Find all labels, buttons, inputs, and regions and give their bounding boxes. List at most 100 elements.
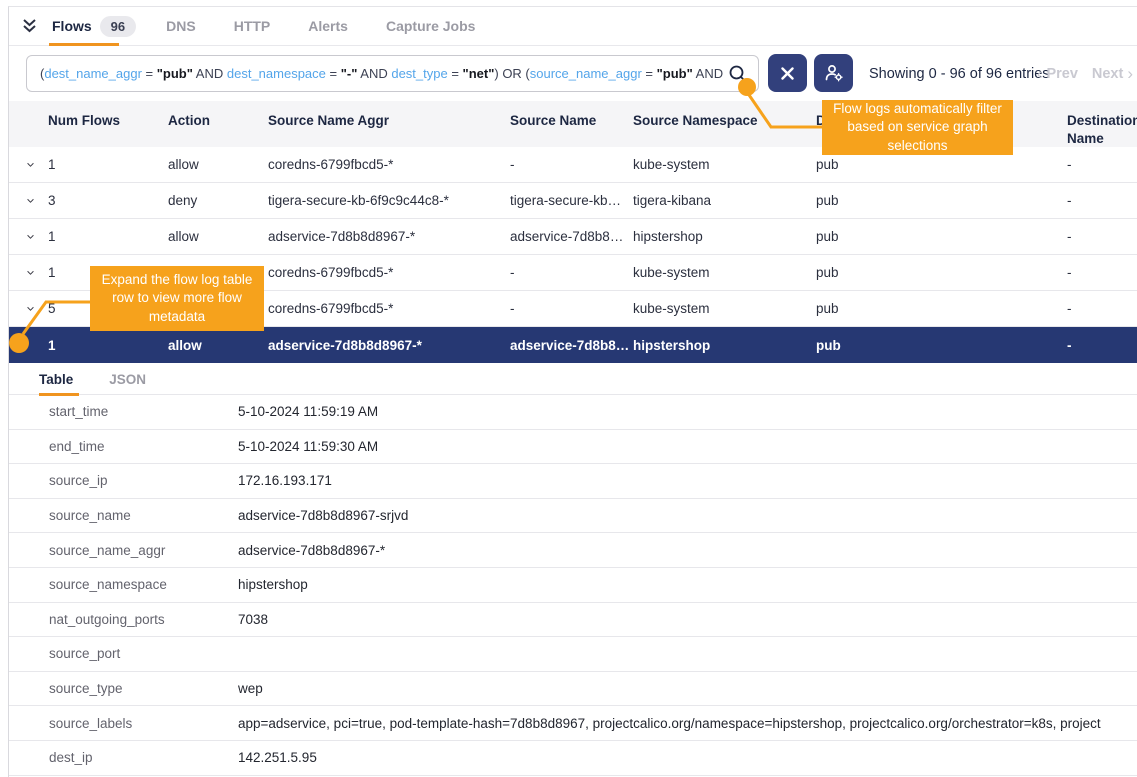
close-icon: [781, 67, 794, 80]
detail-value: adservice-7d8b8d8967-srjvd: [238, 508, 1137, 523]
tooltip-expand-info: Expand the flow log table row to view mo…: [90, 266, 264, 331]
detail-tab-json[interactable]: JSON: [109, 372, 146, 387]
detail-value: 172.16.193.171: [238, 473, 1137, 488]
flows-count-badge[interactable]: 96: [100, 16, 136, 37]
filter-query-input[interactable]: (dest_name_aggr = "pub" AND dest_namespa…: [26, 55, 759, 92]
cell-source-namespace: tigera-kibana: [633, 193, 816, 208]
expand-row-icon[interactable]: [27, 161, 34, 169]
detail-key: source_name: [49, 508, 238, 523]
column-settings-button[interactable]: [814, 54, 853, 92]
cell-source-namespace: kube-system: [633, 157, 816, 172]
detail-row: source_labelsapp=adservice, pci=true, po…: [9, 706, 1137, 741]
detail-row: dest_ip142.251.5.95: [9, 741, 1137, 776]
cell-source-name-aggr: adservice-7d8b8d8967-*: [268, 338, 510, 353]
cell-source-name: -: [510, 265, 633, 280]
cell-source-name: tigera-secure-kb…: [510, 193, 633, 208]
cell-dest-name-aggr: pub: [816, 338, 1067, 353]
tab-dns[interactable]: DNS: [166, 18, 196, 34]
detail-key: end_time: [49, 439, 238, 454]
expand-row-icon[interactable]: [27, 269, 34, 277]
tab-capture-jobs[interactable]: Capture Jobs: [386, 18, 475, 34]
cell-source-name-aggr: adservice-7d8b8d8967-*: [268, 229, 510, 244]
detail-row: source_namespacehipstershop: [9, 568, 1137, 603]
detail-key: source_port: [49, 646, 238, 661]
detail-row: nat_outgoing_ports7038: [9, 603, 1137, 638]
detail-row: source_nameadservice-7d8b8d8967-srjvd: [9, 499, 1137, 534]
log-type-tabbar: Flows 96 DNS HTTP Alerts Capture Jobs: [9, 7, 1137, 46]
tooltip-filter-info: Flow logs automatically filter based on …: [822, 100, 1013, 155]
collapse-panel-icon[interactable]: [21, 18, 38, 34]
table-row[interactable]: 3 deny tigera-secure-kb-6f9c9c44c8-* tig…: [9, 183, 1137, 219]
cell-num-flows: 1: [48, 229, 168, 244]
cell-source-name-aggr: coredns-6799fbcd5-*: [268, 301, 510, 316]
cell-source-name: -: [510, 157, 633, 172]
tab-alerts[interactable]: Alerts: [308, 18, 348, 34]
detail-value: 7038: [238, 612, 1137, 627]
detail-key: start_time: [49, 404, 238, 419]
filter-toolbar: (dest_name_aggr = "pub" AND dest_namespa…: [9, 46, 1137, 101]
cell-destination-name: -: [1067, 229, 1137, 244]
search-icon[interactable]: [728, 64, 748, 84]
cell-destination-name: -: [1067, 193, 1137, 208]
cell-source-namespace: hipstershop: [633, 229, 816, 244]
detail-key: source_type: [49, 681, 238, 696]
expand-row-icon[interactable]: [27, 233, 34, 241]
cell-source-namespace: hipstershop: [633, 338, 816, 353]
cell-action: deny: [168, 193, 268, 208]
detail-key: source_labels: [49, 716, 238, 731]
expand-row-icon[interactable]: [27, 305, 34, 313]
col-header-destination-name[interactable]: Destination Name: [1067, 107, 1137, 148]
col-header-num-flows[interactable]: Num Flows: [48, 107, 168, 130]
flow-logs-panel: Flows 96 DNS HTTP Alerts Capture Jobs (d…: [0, 0, 1137, 777]
chevron-left-icon: ‹: [1037, 64, 1043, 84]
detail-value: app=adservice, pci=true, pod-template-ha…: [238, 716, 1137, 731]
cell-source-namespace: kube-system: [633, 301, 816, 316]
next-page-button[interactable]: Next›: [1092, 64, 1133, 84]
detail-value: hipstershop: [238, 577, 1137, 592]
cell-dest-name-aggr: pub: [816, 301, 1067, 316]
prev-page-button[interactable]: ‹Prev: [1037, 64, 1078, 84]
cell-num-flows: 1: [48, 338, 168, 353]
cell-action: allow: [168, 229, 268, 244]
cell-destination-name: -: [1067, 301, 1137, 316]
col-header-action[interactable]: Action: [168, 107, 268, 130]
detail-row: source_typewep: [9, 672, 1137, 707]
detail-key: source_name_aggr: [49, 543, 238, 558]
col-header-source-name[interactable]: Source Name: [510, 107, 633, 130]
tab-flows[interactable]: Flows: [52, 18, 92, 34]
detail-key: source_namespace: [49, 577, 238, 592]
user-gear-icon: [824, 64, 844, 82]
cell-action: allow: [168, 157, 268, 172]
detail-value: 5-10-2024 11:59:30 AM: [238, 439, 1137, 454]
detail-row: start_time5-10-2024 11:59:19 AM: [9, 395, 1137, 430]
table-row[interactable]: 1 allow adservice-7d8b8d8967-* adservice…: [9, 219, 1137, 255]
detail-row: source_port: [9, 637, 1137, 672]
detail-row: end_time5-10-2024 11:59:30 AM: [9, 430, 1137, 465]
cell-dest-name-aggr: pub: [816, 193, 1067, 208]
expand-row-icon[interactable]: [27, 197, 34, 205]
cell-source-namespace: kube-system: [633, 265, 816, 280]
cell-source-name-aggr: coredns-6799fbcd5-*: [268, 157, 510, 172]
detail-row: source_name_aggradservice-7d8b8d8967-*: [9, 533, 1137, 568]
cell-dest-name-aggr: pub: [816, 265, 1067, 280]
cell-destination-name: -: [1067, 157, 1137, 172]
tab-http[interactable]: HTTP: [234, 18, 271, 34]
detail-key: dest_ip: [49, 750, 238, 765]
detail-value: 142.251.5.95: [238, 750, 1137, 765]
cell-num-flows: 3: [48, 193, 168, 208]
cell-source-name-aggr: tigera-secure-kb-6f9c9c44c8-*: [268, 193, 510, 208]
detail-key: source_ip: [49, 473, 238, 488]
cell-num-flows: 1: [48, 157, 168, 172]
header-spacer: [9, 107, 48, 112]
clear-filter-button[interactable]: [768, 54, 807, 92]
cell-source-name-aggr: coredns-6799fbcd5-*: [268, 265, 510, 280]
cell-dest-name-aggr: pub: [816, 229, 1067, 244]
detail-tab-table[interactable]: Table: [39, 372, 73, 387]
col-header-source-namespace[interactable]: Source Namespace: [633, 107, 816, 130]
table-row-selected[interactable]: 1 allow adservice-7d8b8d8967-* adservice…: [9, 327, 1137, 363]
cell-destination-name: -: [1067, 338, 1137, 353]
detail-value: wep: [238, 681, 1137, 696]
col-header-source-name-aggr[interactable]: Source Name Aggr: [268, 107, 510, 130]
filter-query-text: (dest_name_aggr = "pub" AND dest_namespa…: [40, 66, 724, 81]
chevron-right-icon: ›: [1127, 64, 1133, 84]
